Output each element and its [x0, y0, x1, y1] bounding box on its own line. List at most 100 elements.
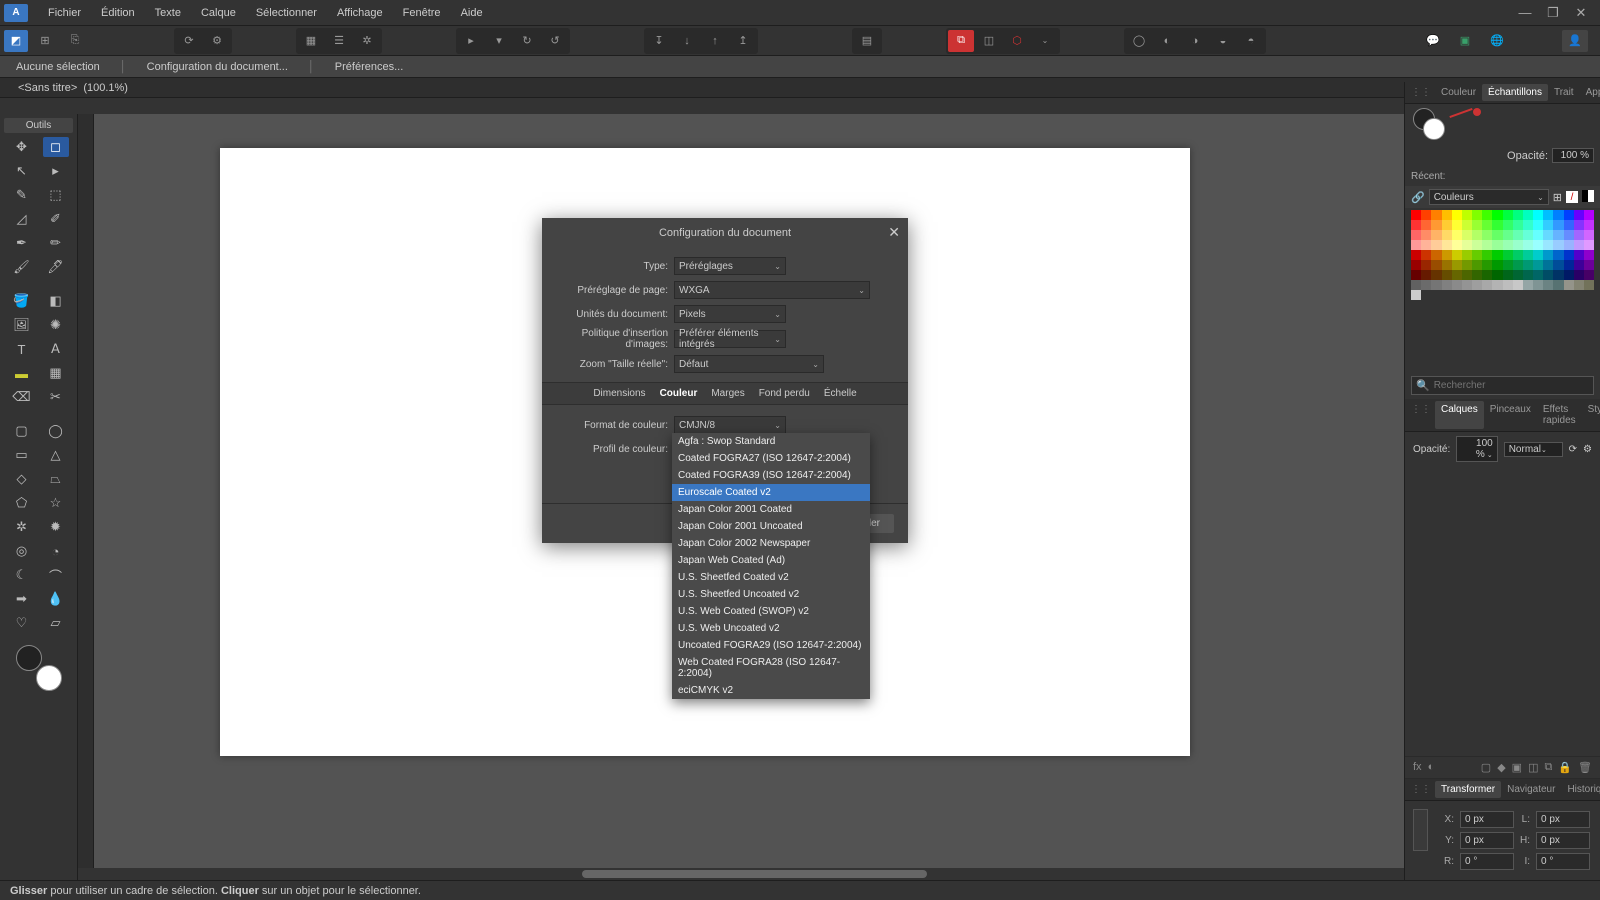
swatch-cell[interactable]: [1533, 280, 1543, 290]
swatch-cell[interactable]: [1411, 260, 1421, 270]
dropdown-item[interactable]: Coated FOGRA27 (ISO 12647-2:2004): [672, 450, 870, 467]
swatch-cell[interactable]: [1431, 260, 1441, 270]
swatch-cell[interactable]: [1462, 230, 1472, 240]
swatch-cell[interactable]: [1421, 250, 1431, 260]
flip-v-icon[interactable]: ▾: [486, 30, 512, 52]
assist-icon[interactable]: 💬: [1420, 30, 1446, 52]
dropdown-item[interactable]: Japan Color 2001 Uncoated: [672, 518, 870, 535]
swatch-cell[interactable]: [1462, 280, 1472, 290]
tab-calques[interactable]: Calques: [1435, 401, 1484, 429]
bool-sub-icon[interactable]: ◐: [1154, 30, 1180, 52]
swatch-cell[interactable]: [1472, 250, 1482, 260]
rect-shape-icon[interactable]: ▢: [9, 421, 35, 441]
swatch-cell[interactable]: [1452, 260, 1462, 270]
dropdown-item[interactable]: eciCMYK v2: [672, 682, 870, 699]
table-tool-icon[interactable]: ▦: [43, 363, 69, 383]
swatch-cell[interactable]: [1553, 210, 1563, 220]
swatch-cell[interactable]: [1482, 210, 1492, 220]
swatch-cell[interactable]: [1543, 250, 1553, 260]
align-icon[interactable]: ▤: [854, 30, 880, 52]
swatch-cell[interactable]: [1442, 280, 1452, 290]
swatch-cell[interactable]: [1523, 210, 1533, 220]
dropdown-item[interactable]: Euroscale Coated v2: [672, 484, 870, 501]
heart-shape-icon[interactable]: ♡: [9, 613, 35, 633]
swatch-cell[interactable]: [1431, 240, 1441, 250]
swatch-cell[interactable]: [1543, 230, 1553, 240]
snap-magnet2-icon[interactable]: ⬡: [1004, 30, 1030, 52]
swatch-cell[interactable]: [1482, 250, 1492, 260]
panel-handle-icon[interactable]: ⋮⋮: [1407, 781, 1435, 798]
swatch-cell[interactable]: [1533, 220, 1543, 230]
cloud-icon[interactable]: ▣: [1452, 30, 1478, 52]
gradient-tool-icon[interactable]: ◧: [43, 291, 69, 311]
highlight-tool-icon[interactable]: ▬: [9, 363, 35, 383]
type-select[interactable]: Préréglages⌄: [674, 257, 786, 275]
swatch-cell[interactable]: [1421, 220, 1431, 230]
swatch-cell[interactable]: [1452, 220, 1462, 230]
menu-fichier[interactable]: Fichier: [38, 3, 91, 23]
swatch-cell[interactable]: [1452, 280, 1462, 290]
swatch-cell[interactable]: [1442, 210, 1452, 220]
swatch-cell[interactable]: [1543, 270, 1553, 280]
blend-mode-select[interactable]: Normal⌄: [1504, 442, 1563, 457]
persona-export-icon[interactable]: ⎘: [62, 30, 88, 52]
swatch-cell[interactable]: [1482, 260, 1492, 270]
swatch-cell[interactable]: [1452, 270, 1462, 280]
cog-shape-icon[interactable]: ✲: [9, 517, 35, 537]
swatch-cell[interactable]: [1564, 280, 1574, 290]
swatch-cell[interactable]: [1411, 290, 1421, 300]
arrow-tool-icon[interactable]: ↖: [9, 161, 35, 181]
dlg-tab-marges[interactable]: Marges: [711, 388, 744, 399]
swatch-cell[interactable]: [1543, 210, 1553, 220]
burst-shape-icon[interactable]: ✹: [43, 517, 69, 537]
swatch-cell[interactable]: [1553, 250, 1563, 260]
swatch-cell[interactable]: [1472, 280, 1482, 290]
swatch-cell[interactable]: [1523, 240, 1533, 250]
swatch-grid-view-icon[interactable]: ⊞: [1553, 191, 1562, 204]
swatch-cell[interactable]: [1574, 250, 1584, 260]
dialog-titlebar[interactable]: Configuration du document ✕: [542, 218, 908, 248]
snap-grid-icon[interactable]: ▦: [298, 30, 324, 52]
tf-h-value[interactable]: 0 px: [1536, 832, 1590, 849]
swatch-cell[interactable]: [1421, 260, 1431, 270]
snap-magnet-icon[interactable]: ✲: [354, 30, 380, 52]
swatch-cell[interactable]: [1431, 210, 1441, 220]
swatch-cell[interactable]: [1513, 220, 1523, 230]
context-doc-setup[interactable]: Configuration du document...: [139, 59, 296, 75]
sync-icon[interactable]: ⟳: [176, 30, 202, 52]
dlg-tab-fondperdu[interactable]: Fond perdu: [759, 388, 810, 399]
swatch-cell[interactable]: [1492, 210, 1502, 220]
arrange-forward-icon[interactable]: ↑: [702, 30, 728, 52]
fill-tool-icon[interactable]: 🪣: [9, 291, 35, 311]
tf-y-value[interactable]: 0 px: [1460, 832, 1514, 849]
swatch-cell[interactable]: [1574, 240, 1584, 250]
swatch-cell[interactable]: [1431, 250, 1441, 260]
swatch-cell[interactable]: [1482, 270, 1492, 280]
brush-tool-icon[interactable]: 🖌: [9, 257, 35, 277]
frame-text-tool-icon[interactable]: 𝖠: [43, 339, 69, 359]
swatch-cell[interactable]: [1462, 270, 1472, 280]
swatch-cell[interactable]: [1472, 260, 1482, 270]
mini-well-front[interactable]: [1423, 118, 1445, 140]
swatch-cell[interactable]: [1411, 230, 1421, 240]
swatch-cell[interactable]: [1533, 270, 1543, 280]
eraser-tool-icon[interactable]: ⌫: [9, 387, 35, 407]
anchor-grid[interactable]: [1413, 809, 1428, 851]
swatch-cell[interactable]: [1421, 240, 1431, 250]
swatch-cell[interactable]: [1472, 220, 1482, 230]
swatch-cell[interactable]: [1553, 270, 1563, 280]
layer-gear-icon[interactable]: ⚙: [1583, 444, 1592, 455]
swatch-cell[interactable]: [1523, 220, 1533, 230]
swatch-cell[interactable]: [1564, 230, 1574, 240]
diamond-shape-icon[interactable]: ◇: [9, 469, 35, 489]
star-shape-icon[interactable]: ☆: [43, 493, 69, 513]
tab-historique[interactable]: Historique: [1561, 781, 1600, 798]
swatch-cell[interactable]: [1584, 230, 1594, 240]
tab-transformer[interactable]: Transformer: [1435, 781, 1501, 798]
swatch-cell[interactable]: [1411, 250, 1421, 260]
layer-sync-icon[interactable]: ⟳: [1569, 444, 1577, 455]
scrollbar-thumb[interactable]: [582, 870, 927, 878]
swatch-cell[interactable]: [1421, 230, 1431, 240]
swatch-cell[interactable]: [1503, 270, 1513, 280]
dropdown-item[interactable]: U.S. Web Coated (SWOP) v2: [672, 603, 870, 620]
